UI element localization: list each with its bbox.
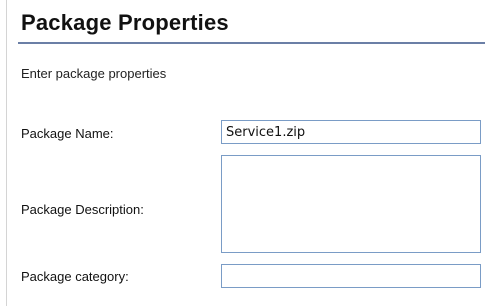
package-category-label: Package category: (21, 269, 129, 284)
package-category-input[interactable] (221, 264, 481, 288)
title-divider (18, 42, 485, 44)
package-name-label: Package Name: (21, 126, 114, 141)
package-description-label: Package Description: (21, 202, 144, 217)
form-instructions: Enter package properties (21, 66, 167, 81)
panel-left-border (6, 0, 7, 306)
page-title: Package Properties (21, 10, 229, 35)
package-description-textarea[interactable] (221, 155, 481, 253)
package-name-input[interactable] (221, 120, 481, 144)
